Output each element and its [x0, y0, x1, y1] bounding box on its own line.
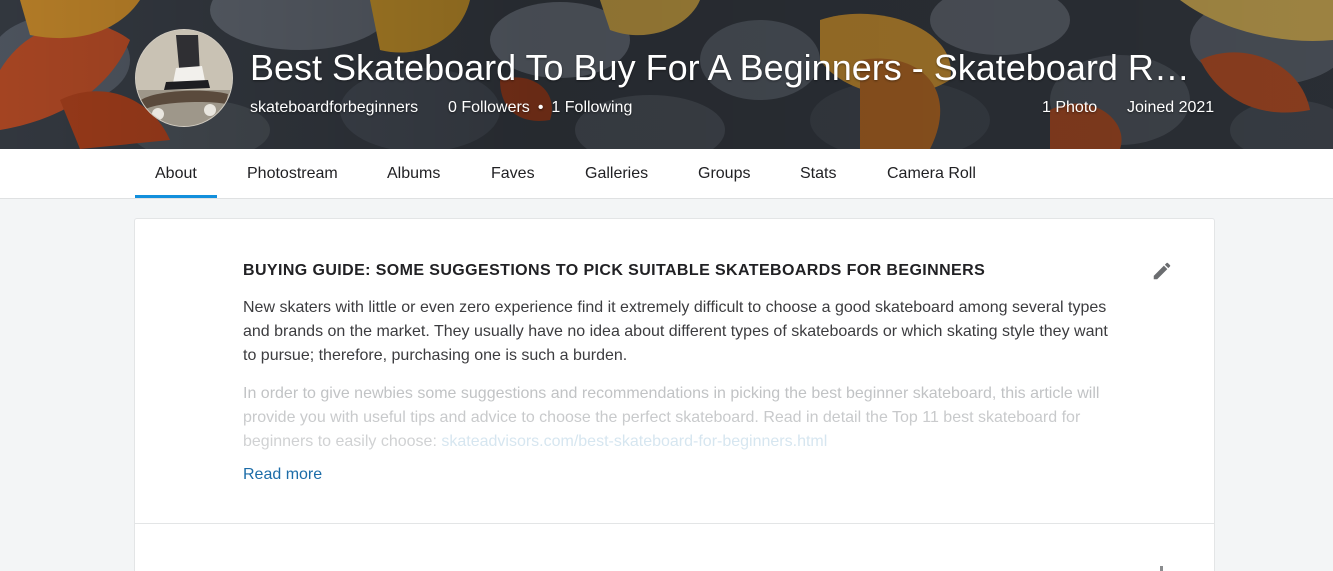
followers-link[interactable]: 0 Followers: [448, 99, 530, 116]
more-options-icon[interactable]: [1160, 566, 1163, 571]
separator-dot: •: [537, 99, 544, 116]
tab-stats[interactable]: Stats: [800, 149, 836, 199]
tab-photostream[interactable]: Photostream: [247, 149, 338, 199]
avatar[interactable]: [135, 29, 233, 127]
photo-count: 1 Photo: [1042, 99, 1098, 116]
follow-stats: 0 Followers • 1 Following: [448, 98, 632, 118]
tab-about[interactable]: About: [155, 149, 197, 199]
secondary-card: [134, 523, 1215, 571]
tab-galleries[interactable]: Galleries: [585, 149, 648, 199]
joined-date: Joined 2021: [1127, 99, 1215, 116]
read-more-link[interactable]: Read more: [243, 465, 322, 485]
pencil-icon[interactable]: [1151, 260, 1173, 282]
page-title: Best Skateboard To Buy For A Beginners -…: [250, 47, 1190, 88]
description-paragraph-faded: In order to give newbies some suggestion…: [243, 382, 1113, 454]
description-heading: BUYING GUIDE: SOME SUGGESTIONS TO PICK S…: [243, 262, 986, 279]
tab-faves[interactable]: Faves: [491, 149, 535, 199]
active-tab-indicator: [135, 195, 217, 198]
profile-subnav: About Photostream Albums Faves Galleries…: [0, 149, 1333, 199]
following-link[interactable]: 1 Following: [551, 99, 632, 116]
skateboard-photo-avatar-icon: [136, 30, 232, 126]
description-link[interactable]: skateadvisors.com/best-skateboard-for-be…: [441, 433, 827, 450]
tab-camera-roll[interactable]: Camera Roll: [887, 149, 976, 199]
username: skateboardforbeginners: [250, 99, 419, 116]
description-paragraph: New skaters with little or even zero exp…: [243, 299, 1108, 364]
tab-albums[interactable]: Albums: [387, 149, 440, 199]
tab-groups[interactable]: Groups: [698, 149, 750, 199]
